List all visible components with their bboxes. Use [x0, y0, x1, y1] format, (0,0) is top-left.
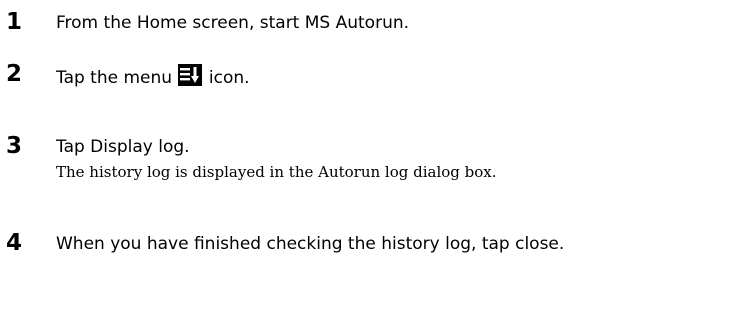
step-number: 1 — [6, 9, 23, 35]
step-instruction: Tap the menu icon. — [56, 64, 250, 89]
step-number: 2 — [6, 61, 23, 87]
menu-icon — [178, 64, 203, 86]
step-instruction-before-icon: Tap the menu — [56, 68, 173, 88]
step-instruction: From the Home screen, start MS Autorun. — [56, 13, 410, 33]
step-instruction: Tap Display log. — [56, 137, 190, 157]
step-instruction: When you have finished checking the hist… — [56, 234, 565, 254]
step-instruction-after-icon: icon. — [208, 68, 250, 88]
step-result-note: The history log is displayed in the Auto… — [56, 163, 497, 181]
step-number: 3 — [6, 133, 23, 159]
step-number: 4 — [6, 230, 23, 256]
